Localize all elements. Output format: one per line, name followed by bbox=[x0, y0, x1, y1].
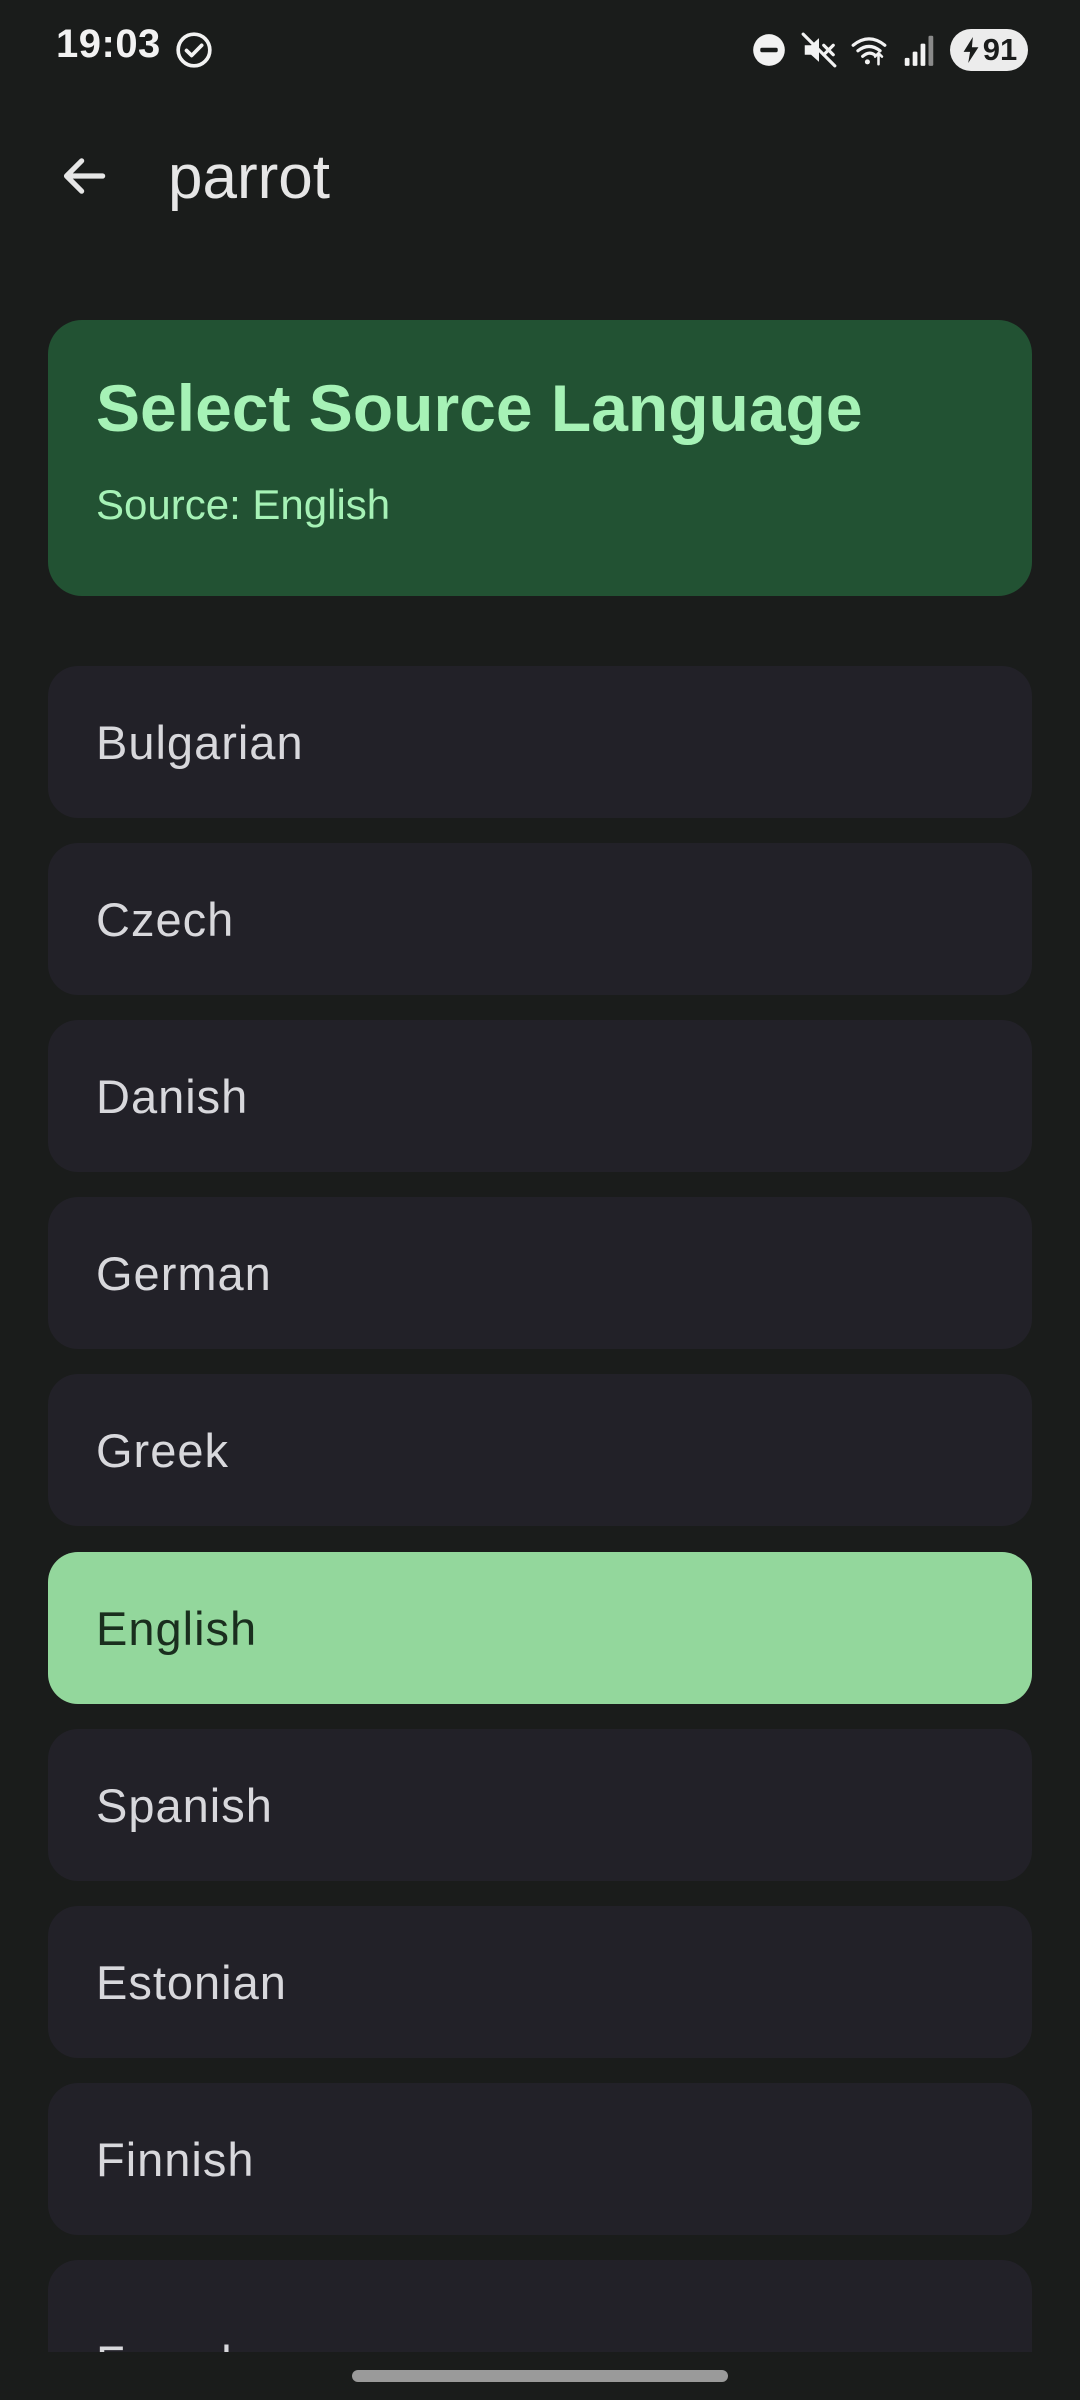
app-title: parrot bbox=[168, 143, 330, 212]
top-app-bar: parrot bbox=[0, 120, 1080, 232]
status-icons: 91 bbox=[750, 27, 1028, 73]
battery-charging-icon bbox=[963, 37, 979, 63]
language-item-czech[interactable]: Czech bbox=[48, 843, 1032, 995]
language-item-estonian[interactable]: Estonian bbox=[48, 1906, 1032, 2058]
current-source-label: Source: English bbox=[96, 480, 391, 528]
arrow-back-icon bbox=[63, 158, 106, 194]
status-time: 19:03 bbox=[56, 22, 161, 66]
gesture-nav-handle[interactable] bbox=[352, 2370, 728, 2382]
check-circle-icon bbox=[176, 32, 212, 68]
language-item-finnish[interactable]: Finnish bbox=[48, 2083, 1032, 2235]
battery-level: 91 bbox=[982, 32, 1018, 67]
mute-icon bbox=[801, 32, 837, 68]
battery-indicator: 91 bbox=[950, 29, 1028, 71]
language-item-spanish[interactable]: Spanish bbox=[48, 1729, 1032, 1881]
page-title: Select Source Language bbox=[96, 371, 863, 445]
status-bar: 19:03 91 bbox=[0, 0, 1080, 100]
do-not-disturb-icon bbox=[753, 34, 785, 66]
header-card: Select Source Language Source: English bbox=[48, 320, 1032, 596]
language-item-english[interactable]: English bbox=[48, 1552, 1032, 1704]
signal-icon bbox=[904, 35, 934, 66]
language-item-german[interactable]: German bbox=[48, 1197, 1032, 1349]
language-select-screen: 19:03 91 parrot Select Source Language S… bbox=[0, 0, 1080, 2400]
language-item-greek[interactable]: Greek bbox=[48, 1374, 1032, 1526]
language-list[interactable]: Bulgarian Czech Danish German Greek Engl… bbox=[48, 666, 1032, 2352]
language-item-french[interactable]: French bbox=[48, 2260, 1032, 2352]
wifi-icon bbox=[851, 37, 887, 66]
language-item-danish[interactable]: Danish bbox=[48, 1020, 1032, 1172]
language-item-french-label: French bbox=[96, 2316, 248, 2352]
language-item-bulgarian[interactable]: Bulgarian bbox=[48, 666, 1032, 818]
back-button[interactable] bbox=[38, 134, 130, 218]
